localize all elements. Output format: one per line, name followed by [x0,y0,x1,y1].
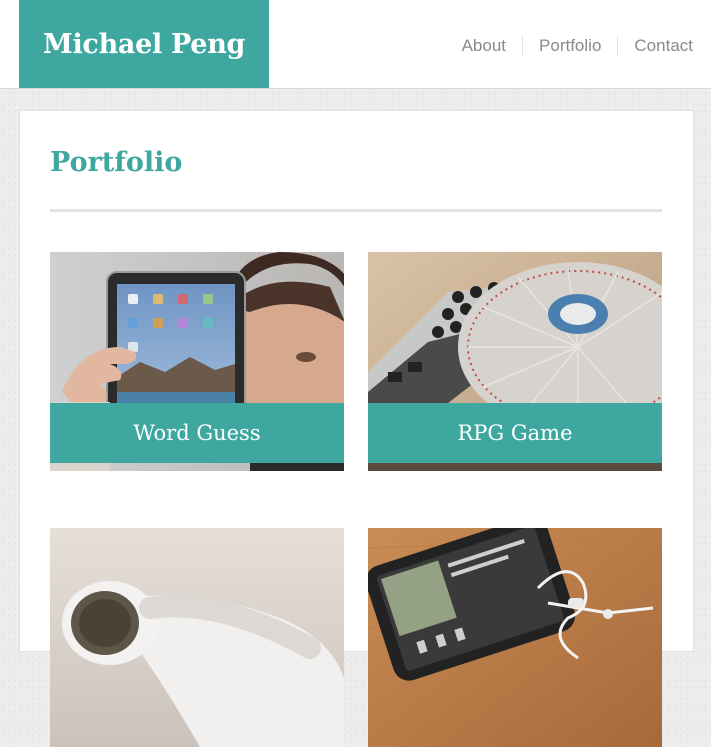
project-tile-phone[interactable] [368,528,662,747]
portfolio-card: Portfolio Word Guess RPG Game [19,110,694,747]
nav-item-contact[interactable]: Contact [618,36,711,56]
project-label: RPG Game [368,403,662,463]
project-tile-word-guess[interactable]: Word Guess [50,252,344,471]
project-label: Word Guess [50,403,344,463]
site-header: Michael Peng About Portfolio Contact [0,0,711,89]
nav-item-about[interactable]: About [446,36,522,56]
title-divider [50,209,662,212]
main-nav: About Portfolio Contact [446,36,711,56]
nav-item-portfolio[interactable]: Portfolio [523,36,617,56]
page-title: Portfolio [50,147,183,178]
project-tile-earbuds[interactable] [50,528,344,747]
earbuds-photo [50,528,344,747]
project-tile-rpg-game[interactable]: RPG Game [368,252,662,471]
smartphone-photo [368,528,662,747]
brand-logo[interactable]: Michael Peng [19,0,269,88]
